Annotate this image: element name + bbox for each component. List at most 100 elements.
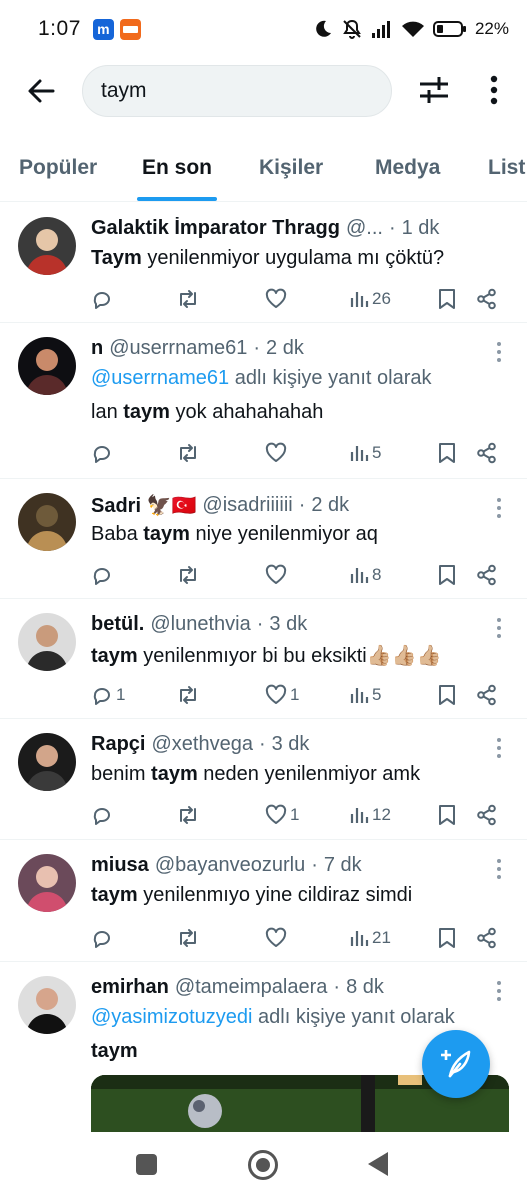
view-count: 21 (372, 928, 391, 947)
author-handle[interactable]: @lunethvia (150, 613, 250, 636)
views-button[interactable]: 21 (349, 924, 391, 952)
tweet-more-button[interactable] (495, 617, 503, 639)
tweet-more-button[interactable] (495, 737, 503, 759)
avatar[interactable] (18, 493, 76, 551)
views-button[interactable]: 5 (349, 681, 381, 709)
heart-icon (265, 564, 287, 584)
views-button[interactable]: 5 (349, 439, 381, 467)
bookmark-button[interactable] (437, 801, 457, 829)
more-vertical-icon (497, 498, 501, 518)
status-time: 1:07 (38, 17, 81, 40)
author-handle[interactable]: @tameimpalaera (175, 976, 328, 999)
views-button[interactable]: 8 (349, 561, 381, 589)
avatar[interactable] (18, 337, 76, 395)
search-input[interactable]: taym (82, 65, 392, 117)
author-name[interactable]: emirhan (91, 976, 169, 999)
author-handle[interactable]: @bayanveozurlu (155, 854, 305, 877)
filter-button[interactable] (416, 72, 452, 108)
author-name[interactable]: betül. (91, 613, 144, 636)
share-button[interactable] (476, 439, 498, 467)
reply-mention-link[interactable]: @yasimizotuzyedi (91, 1006, 252, 1028)
more-button[interactable] (480, 72, 508, 108)
home-button[interactable] (248, 1150, 278, 1180)
retweet-button[interactable] (176, 924, 203, 952)
share-button[interactable] (476, 285, 498, 313)
tab-en-son[interactable]: En son (142, 156, 212, 180)
bookmark-button[interactable] (437, 439, 457, 467)
tab-populer[interactable]: Popüler (19, 156, 97, 180)
tweet-actions: 5 (0, 439, 527, 467)
author-name[interactable]: Sadri 🦅🇹🇷 (91, 493, 196, 518)
tweet-item[interactable]: Rapçi @xethvega · 3 dk benim taym neden yeni… (0, 719, 527, 840)
like-button[interactable] (265, 285, 290, 313)
tweet-header: betül. @lunethvia · 3 dk (91, 613, 487, 636)
like-button[interactable] (265, 924, 290, 952)
reply-button[interactable] (91, 439, 116, 467)
bookmark-icon (439, 928, 455, 948)
bookmark-button[interactable] (437, 681, 457, 709)
author-handle[interactable]: @userrname61 (109, 337, 247, 360)
recents-button[interactable] (136, 1154, 157, 1175)
tweet-actions: 21 (0, 924, 527, 952)
like-button[interactable]: 1 (265, 801, 299, 829)
share-button[interactable] (476, 561, 498, 589)
retweet-button[interactable] (176, 681, 203, 709)
tweet-more-button[interactable] (495, 980, 503, 1002)
author-name[interactable]: miusa (91, 854, 149, 877)
avatar[interactable] (18, 613, 76, 671)
views-button[interactable]: 12 (349, 801, 391, 829)
reply-button[interactable] (91, 561, 116, 589)
tab-medya[interactable]: Medya (375, 156, 440, 180)
views-button[interactable]: 26 (349, 285, 391, 313)
tweet-more-button[interactable] (495, 341, 503, 363)
bookmark-button[interactable] (437, 924, 457, 952)
author-name[interactable]: n (91, 337, 103, 360)
bookmark-button[interactable] (437, 285, 457, 313)
share-button[interactable] (476, 924, 498, 952)
tweet-actions: 1 12 (0, 801, 527, 829)
reply-mention-link[interactable]: @userrname61 (91, 367, 229, 389)
retweet-button[interactable] (176, 561, 203, 589)
avatar[interactable] (18, 854, 76, 912)
retweet-button[interactable] (176, 285, 203, 313)
tweet-more-button[interactable] (495, 858, 503, 880)
system-back-button[interactable] (368, 1152, 388, 1176)
tab-kisiler[interactable]: Kişiler (259, 156, 323, 180)
tweet-item[interactable]: n @userrname61 · 2 dk @userrname61 adlı kişi… (0, 323, 527, 479)
search-term-highlight: taym (91, 1040, 138, 1062)
like-button[interactable] (265, 561, 290, 589)
tweet-time: 1 dk (401, 217, 440, 239)
reply-button[interactable]: 1 (91, 681, 125, 709)
reply-button[interactable] (91, 285, 116, 313)
retweet-button[interactable] (176, 439, 203, 467)
author-handle[interactable]: @xethvega (151, 733, 252, 756)
avatar[interactable] (18, 217, 76, 275)
reply-button[interactable] (91, 801, 116, 829)
author-name[interactable]: Galaktik İmparator Thragg (91, 217, 340, 240)
compose-button[interactable] (422, 1030, 490, 1098)
bookmark-button[interactable] (437, 561, 457, 589)
tweet-item[interactable]: Sadri 🦅🇹🇷 @isadriiiiii · 2 dk Baba taym niye… (0, 479, 527, 599)
tweet-item[interactable]: miusa @bayanveozurlu · 7 dk taym yenilenmıyo… (0, 840, 527, 962)
avatar[interactable] (18, 976, 76, 1034)
author-handle[interactable]: @isadriiiiii (202, 494, 292, 517)
view-count: 5 (372, 443, 382, 462)
tweet-item[interactable]: Galaktik İmparator Thragg @... · 1 dk Taym y… (0, 203, 527, 323)
tab-listeler[interactable]: List (488, 156, 525, 180)
bar-chart-icon (350, 446, 369, 461)
tweet-item[interactable]: betül. @lunethvia · 3 dk taym yenilenmıyor b… (0, 599, 527, 719)
avatar[interactable] (18, 733, 76, 791)
back-button[interactable] (24, 74, 58, 108)
like-button[interactable] (265, 439, 290, 467)
view-count: 12 (372, 805, 391, 824)
author-handle[interactable]: @... (346, 217, 383, 240)
like-button[interactable]: 1 (265, 681, 299, 709)
moon-icon (316, 20, 331, 37)
share-button[interactable] (476, 681, 498, 709)
share-button[interactable] (476, 801, 498, 829)
reply-button[interactable] (91, 924, 116, 952)
retweet-icon (180, 566, 196, 584)
retweet-button[interactable] (176, 801, 203, 829)
author-name[interactable]: Rapçi (91, 733, 145, 756)
tweet-more-button[interactable] (495, 497, 503, 519)
